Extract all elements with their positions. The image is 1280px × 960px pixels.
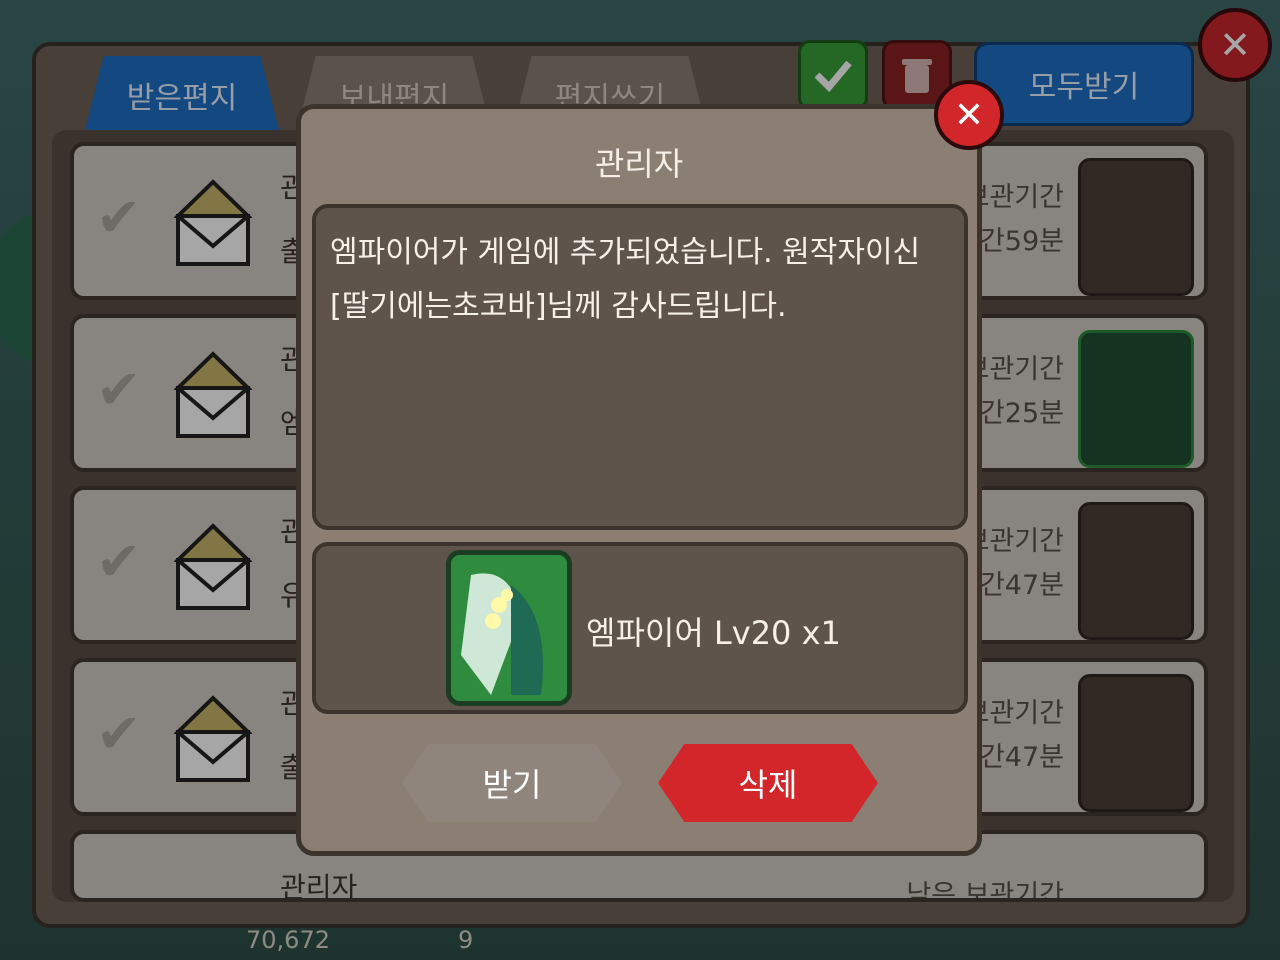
message-line-2: [딸기에는초코바]님께 감사드립니다.	[330, 289, 787, 324]
message-text: 엠파이어가 게임에 추가되었습니다. 원작자이신 [딸기에는초코바]님께 감사드…	[330, 226, 950, 334]
message-line-1: 엠파이어가 게임에 추가되었습니다. 원작자이신	[330, 235, 921, 270]
receive-button[interactable]: 받기	[402, 744, 622, 822]
attachment-text: 엠파이어 Lv20 x1	[586, 614, 841, 652]
dialog-close-button[interactable]: ✕	[934, 80, 1004, 150]
vampire-character-icon	[446, 550, 572, 706]
delete-button[interactable]: 삭제	[658, 744, 878, 822]
dialog-title: 관리자	[594, 145, 684, 183]
